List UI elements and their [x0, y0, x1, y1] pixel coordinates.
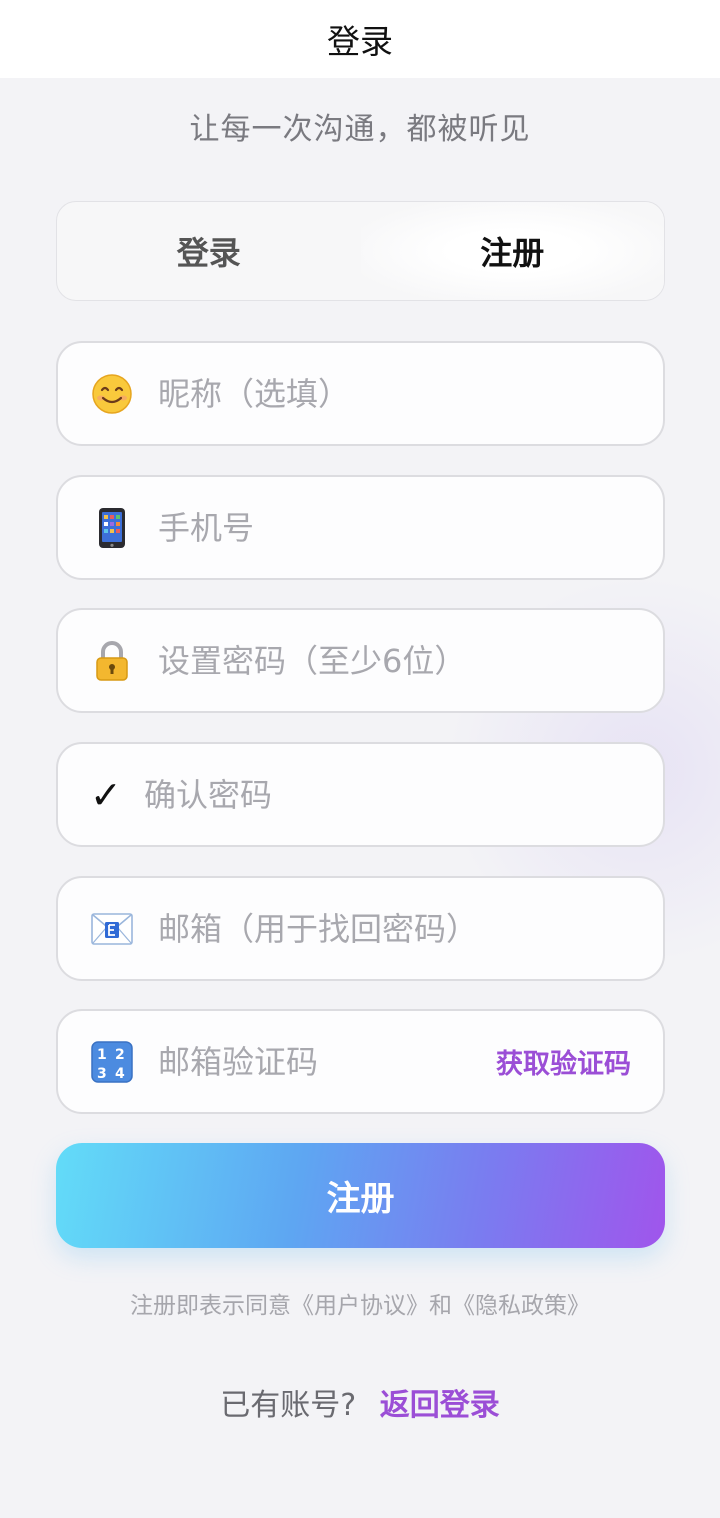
- tab-register[interactable]: 注册: [360, 202, 664, 300]
- privacy-policy-link[interactable]: 《隐私政策》: [452, 1293, 590, 1319]
- email-icon: [90, 907, 134, 951]
- user-agreement-link[interactable]: 《用户协议》: [291, 1293, 429, 1319]
- phone-input[interactable]: [158, 508, 663, 547]
- login-prompt: 已有账号? 返回登录: [0, 1380, 720, 1424]
- smiley-face-icon: [90, 372, 134, 416]
- navigation-bar: 登录: [0, 0, 720, 78]
- svg-text:1: 1: [97, 1047, 107, 1063]
- phone-field[interactable]: [56, 475, 665, 580]
- nickname-field[interactable]: [56, 341, 665, 446]
- password-input[interactable]: [158, 641, 663, 680]
- get-code-button[interactable]: 获取验证码: [496, 1042, 631, 1081]
- back-to-login-link[interactable]: 返回登录: [380, 1388, 500, 1423]
- login-register-tabs: 登录 注册: [56, 201, 665, 301]
- register-page: 登录 让每一次沟通，都被听见 登录 注册 昵称（选填） 手机号 ✓ 邮箱（用于找…: [0, 0, 720, 1518]
- register-button[interactable]: 注册: [56, 1143, 665, 1248]
- tab-login[interactable]: 登录: [57, 202, 361, 300]
- email-input[interactable]: [158, 909, 663, 948]
- slogan: 让每一次沟通，都被听见: [189, 112, 531, 147]
- confirm-password-field[interactable]: ✓: [56, 742, 665, 847]
- confirm-password-input[interactable]: [144, 775, 663, 814]
- email-code-input[interactable]: [158, 1042, 496, 1081]
- nickname-input[interactable]: [158, 374, 663, 413]
- password-field[interactable]: [56, 608, 665, 713]
- svg-text:3: 3: [97, 1066, 107, 1082]
- number-keycap-icon: 1 2 3 4: [90, 1040, 134, 1084]
- lock-icon: [90, 639, 134, 683]
- agreement-text: 注册即表示同意《用户协议》和《隐私政策》: [0, 1286, 720, 1320]
- svg-text:2: 2: [115, 1047, 125, 1063]
- agreement-prefix: 注册即表示同意: [130, 1293, 291, 1319]
- have-account-text: 已有账号?: [220, 1388, 357, 1423]
- email-field[interactable]: [56, 876, 665, 981]
- agreement-and: 和: [429, 1293, 452, 1319]
- nav-title: 登录: [327, 22, 393, 61]
- svg-text:4: 4: [115, 1066, 125, 1082]
- check-mark-icon: ✓: [90, 772, 122, 817]
- email-code-field[interactable]: 1 2 3 4 获取验证码: [56, 1009, 665, 1114]
- mobile-phone-icon: [90, 506, 134, 550]
